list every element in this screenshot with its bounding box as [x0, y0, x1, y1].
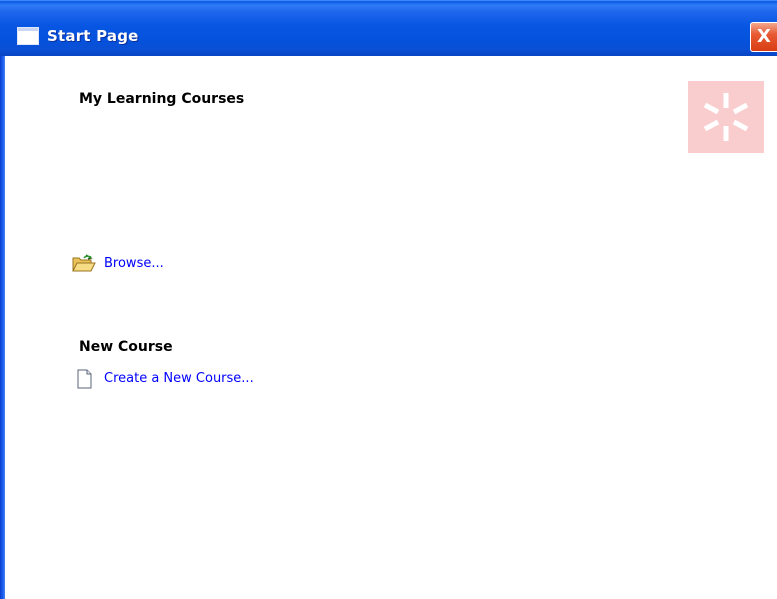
window-icon [17, 27, 39, 45]
new-course-heading: New Course [79, 339, 173, 355]
open-folder-icon[interactable] [72, 253, 96, 277]
close-button[interactable]: X [750, 22, 777, 52]
title-bar[interactable]: Start Page X [0, 0, 777, 56]
create-new-course-link[interactable]: Create a New Course... [104, 371, 254, 386]
start-page-content: My Learning Courses Browse... New Course… [5, 56, 777, 599]
my-learning-courses-heading: My Learning Courses [79, 91, 245, 107]
new-document-icon[interactable] [76, 369, 94, 393]
start-page-window: Start Page X My Learning Courses Browse.… [0, 0, 777, 599]
browse-link[interactable]: Browse... [104, 256, 164, 271]
close-icon: X [757, 26, 771, 47]
window-title: Start Page [47, 27, 139, 45]
asterisk-logo-icon [688, 81, 764, 153]
